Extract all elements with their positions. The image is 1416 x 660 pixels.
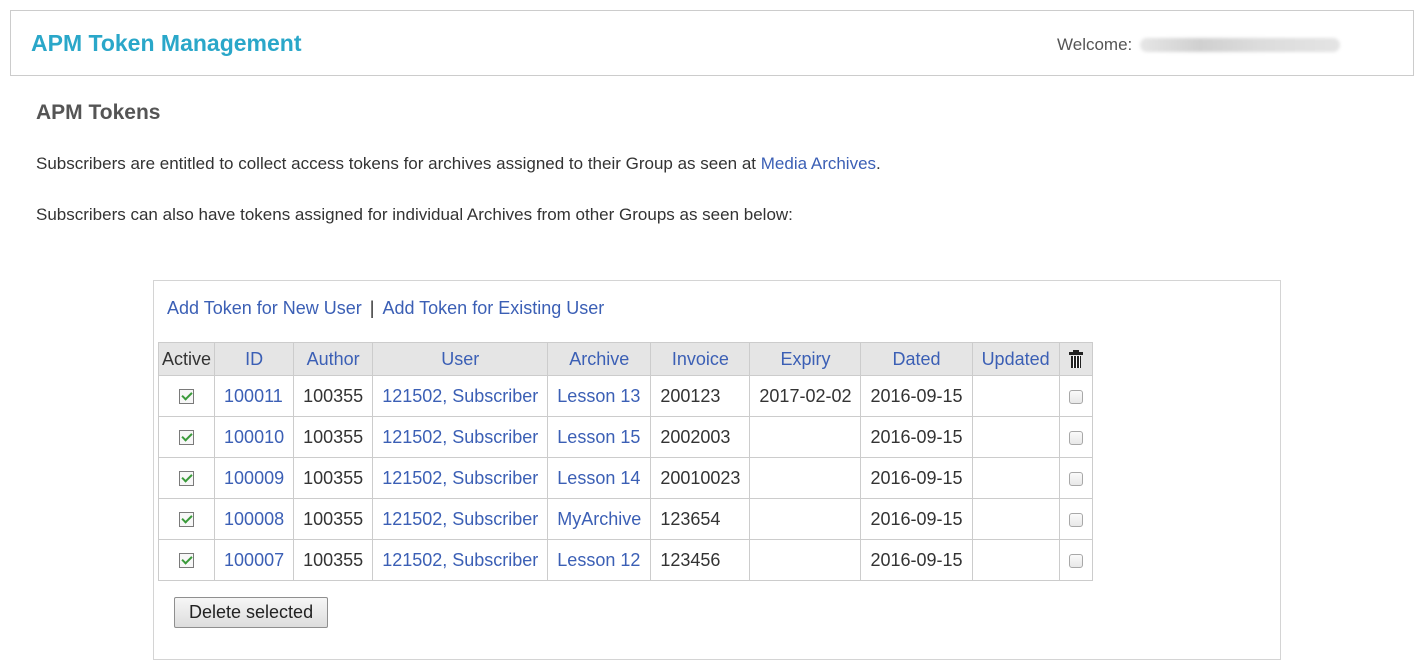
intro-paragraph: Subscribers are entitled to collect acce… — [36, 154, 881, 174]
cell-dated: 2016-09-15 — [860, 498, 973, 540]
cell-id[interactable]: 100011 — [214, 375, 295, 417]
cell-archive[interactable]: Lesson 13 — [547, 375, 652, 417]
cell-author: 100355 — [293, 416, 374, 458]
cell-archive[interactable]: MyArchive — [547, 498, 652, 540]
column-header-user[interactable]: User — [372, 342, 549, 376]
cell-delete — [1058, 539, 1093, 581]
trash-icon — [1068, 349, 1083, 369]
active-checkbox[interactable] — [179, 553, 195, 569]
active-checkbox[interactable] — [179, 389, 195, 405]
cell-author: 100355 — [293, 498, 374, 540]
delete-row-checkbox[interactable] — [1068, 389, 1083, 404]
cell-invoice: 20010023 — [650, 457, 751, 499]
cell-archive[interactable]: Lesson 15 — [547, 416, 652, 458]
cell-id[interactable]: 100010 — [214, 416, 295, 458]
cell-id[interactable]: 100009 — [214, 457, 295, 499]
column-header-active: Active — [157, 342, 216, 376]
delete-row-checkbox[interactable] — [1068, 553, 1083, 568]
info-paragraph: Subscribers can also have tokens assigne… — [36, 205, 793, 224]
app-header: APM Token Management Welcome: — [10, 10, 1414, 76]
cell-updated — [971, 539, 1060, 581]
cell-updated — [971, 416, 1060, 458]
action-separator: | — [369, 298, 375, 318]
media-archives-link[interactable]: Media Archives — [761, 154, 876, 173]
table-header-row: Active ID Author User Archive Invoice Ex… — [157, 342, 1093, 376]
cell-invoice: 200123 — [650, 375, 751, 417]
table-row: 100007 100355 121502, Subscriber Lesson 12 1… — [157, 539, 1093, 581]
tokens-table: Active ID Author User Archive Invoice Ex… — [157, 342, 1093, 581]
cell-dated: 2016-09-15 — [860, 457, 973, 499]
cell-active — [157, 375, 216, 417]
column-header-expiry[interactable]: Expiry — [749, 342, 862, 376]
column-header-delete — [1058, 342, 1093, 376]
welcome: Welcome: — [1057, 35, 1341, 55]
welcome-label: Welcome: — [1057, 35, 1133, 54]
cell-user[interactable]: 121502, Subscriber — [372, 416, 549, 458]
cell-id[interactable]: 100008 — [214, 498, 295, 540]
user-email-redacted — [1140, 38, 1341, 52]
cell-author: 100355 — [293, 457, 374, 499]
delete-row-checkbox[interactable] — [1068, 471, 1083, 486]
cell-active — [157, 457, 216, 499]
intro-period: . — [876, 154, 881, 173]
delete-selected-button[interactable]: Delete selected — [174, 597, 329, 628]
add-token-existing-user-link[interactable]: Add Token for Existing User — [382, 298, 604, 318]
intro-text: Subscribers are entitled to collect acce… — [36, 154, 761, 173]
page-title: APM Tokens — [36, 101, 161, 124]
active-checkbox[interactable] — [179, 512, 195, 528]
cell-dated: 2016-09-15 — [860, 375, 973, 417]
cell-expiry — [749, 416, 862, 458]
cell-user[interactable]: 121502, Subscriber — [372, 539, 549, 581]
cell-archive[interactable]: Lesson 12 — [547, 539, 652, 581]
cell-invoice: 2002003 — [650, 416, 751, 458]
cell-id[interactable]: 100007 — [214, 539, 295, 581]
column-header-dated[interactable]: Dated — [860, 342, 973, 376]
cell-active — [157, 539, 216, 581]
cell-updated — [971, 375, 1060, 417]
cell-delete — [1058, 416, 1093, 458]
cell-author: 100355 — [293, 375, 374, 417]
cell-expiry — [749, 539, 862, 581]
column-header-invoice[interactable]: Invoice — [650, 342, 751, 376]
cell-dated: 2016-09-15 — [860, 539, 973, 581]
table-body: 100011 100355 121502, Subscriber Lesson 13 2… — [157, 375, 1093, 581]
active-checkbox[interactable] — [179, 471, 195, 487]
cell-user[interactable]: 121502, Subscriber — [372, 375, 549, 417]
cell-archive[interactable]: Lesson 14 — [547, 457, 652, 499]
column-header-author[interactable]: Author — [293, 342, 374, 376]
active-checkbox[interactable] — [179, 430, 195, 446]
cell-expiry: 2017-02-02 — [749, 375, 862, 417]
cell-active — [157, 416, 216, 458]
cell-invoice: 123654 — [650, 498, 751, 540]
column-header-updated[interactable]: Updated — [971, 342, 1060, 376]
cell-delete — [1058, 375, 1093, 417]
cell-active — [157, 498, 216, 540]
column-header-id[interactable]: ID — [214, 342, 295, 376]
column-header-archive[interactable]: Archive — [547, 342, 652, 376]
delete-row-checkbox[interactable] — [1068, 430, 1083, 445]
cell-delete — [1058, 498, 1093, 540]
tokens-panel: Add Token for New User | Add Token for Exi… — [153, 280, 1281, 660]
panel-actions: Add Token for New User | Add Token for Exi… — [167, 298, 604, 319]
cell-expiry — [749, 498, 862, 540]
table-row: 100008 100355 121502, Subscriber MyArchive 1… — [157, 498, 1093, 540]
cell-dated: 2016-09-15 — [860, 416, 973, 458]
cell-expiry — [749, 457, 862, 499]
cell-author: 100355 — [293, 539, 374, 581]
table-row: 100011 100355 121502, Subscriber Lesson 13 2… — [157, 375, 1093, 417]
add-token-new-user-link[interactable]: Add Token for New User — [167, 298, 362, 318]
app-title[interactable]: APM Token Management — [31, 30, 302, 57]
cell-user[interactable]: 121502, Subscriber — [372, 457, 549, 499]
table-row: 100010 100355 121502, Subscriber Lesson 15 2… — [157, 416, 1093, 458]
cell-delete — [1058, 457, 1093, 499]
delete-row-checkbox[interactable] — [1068, 512, 1083, 527]
cell-updated — [971, 498, 1060, 540]
cell-user[interactable]: 121502, Subscriber — [372, 498, 549, 540]
table-row: 100009 100355 121502, Subscriber Lesson 14 2… — [157, 457, 1093, 499]
cell-updated — [971, 457, 1060, 499]
cell-invoice: 123456 — [650, 539, 751, 581]
